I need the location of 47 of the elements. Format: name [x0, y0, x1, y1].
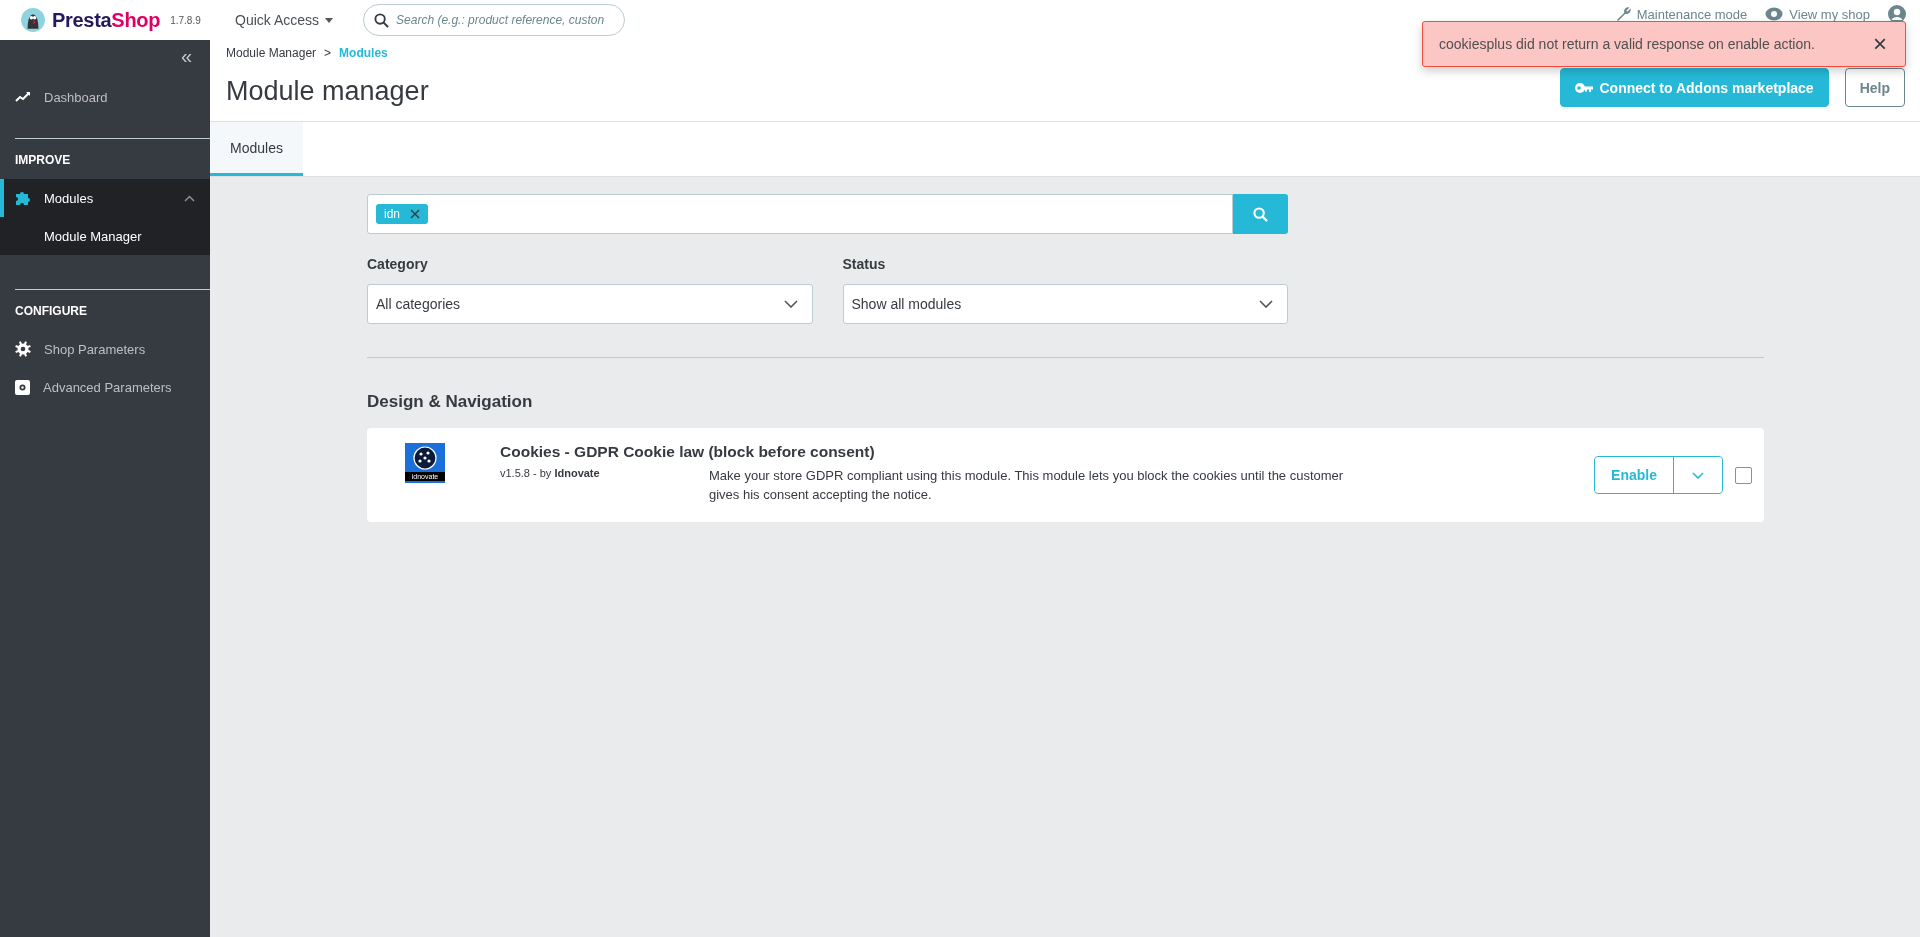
section-heading: IMPROVE — [14, 152, 72, 169]
sidebar-item[interactable]: Shop Parameters — [0, 330, 210, 368]
select-checkbox[interactable] — [1735, 466, 1752, 484]
wrench-icon — [1616, 7, 1631, 21]
breadcrumb-separator: > — [324, 46, 332, 60]
quick-access-menu[interactable]: Quick Access — [235, 12, 334, 28]
section-heading: CONFIGURE — [14, 303, 88, 320]
close-button[interactable]: × — [1869, 32, 1891, 56]
module-version: v1.5.8 - by Idnovate — [500, 467, 601, 481]
caret-icon — [325, 17, 334, 23]
category-heading: Design & Navigation — [367, 392, 534, 412]
module-name: Cookies - GDPR Cookie law (block before consent) — [500, 443, 876, 461]
maintenance-link[interactable]: Maintenance mode — [1616, 6, 1748, 22]
chevron-icon — [783, 300, 798, 308]
sidebar-item[interactable]: Advanced Parameters — [0, 368, 210, 406]
version-label: 1.7.8.9 — [170, 14, 201, 26]
sidebar-item[interactable]: Modules — [0, 179, 210, 217]
settings-box-icon — [15, 379, 30, 395]
sidebar-subitem[interactable]: Module Manager — [0, 217, 210, 255]
sidebar-item[interactable]: Dashboard — [0, 78, 210, 116]
search-icon — [374, 13, 390, 28]
eye-icon — [1765, 7, 1784, 21]
page-title: Module manager — [226, 76, 429, 107]
chevron-icon — [1692, 471, 1704, 479]
filter-label: Category — [367, 256, 429, 272]
module-description: Make your store GDPR compliant using this module. This module lets you block the cookies until the customer gives his consent accepting the notice. — [709, 467, 1345, 504]
remove-icon[interactable] — [410, 209, 420, 219]
logo-icon — [20, 7, 46, 33]
search-icon — [1253, 206, 1268, 222]
settings-icon — [15, 341, 31, 357]
shop-link[interactable]: View my shop — [1765, 6, 1870, 22]
cookie-icon — [413, 446, 437, 470]
puzzle-icon — [15, 190, 31, 206]
breadcrumb-link[interactable]: Module Manager — [226, 46, 317, 60]
key-icon — [1575, 82, 1594, 93]
search-field[interactable]: Search (e.g.: product reference, custon — [363, 4, 626, 36]
brand-name[interactable]: PrestaShop — [52, 8, 161, 32]
modules-tab[interactable]: Modules — [210, 122, 303, 176]
filter-label: Status — [842, 256, 887, 272]
category-select[interactable]: All categories — [367, 284, 813, 324]
collapse-button[interactable]: « — [180, 46, 192, 66]
chevron-icon — [1259, 300, 1273, 308]
status-select[interactable]: Show all modules — [842, 284, 1288, 324]
trend-icon — [15, 91, 31, 103]
help-button[interactable]: Help — [1844, 68, 1905, 107]
search-button[interactable] — [1233, 194, 1288, 234]
alert-message: cookiesplus did not return a valid response on enable action. — [1439, 36, 1815, 52]
